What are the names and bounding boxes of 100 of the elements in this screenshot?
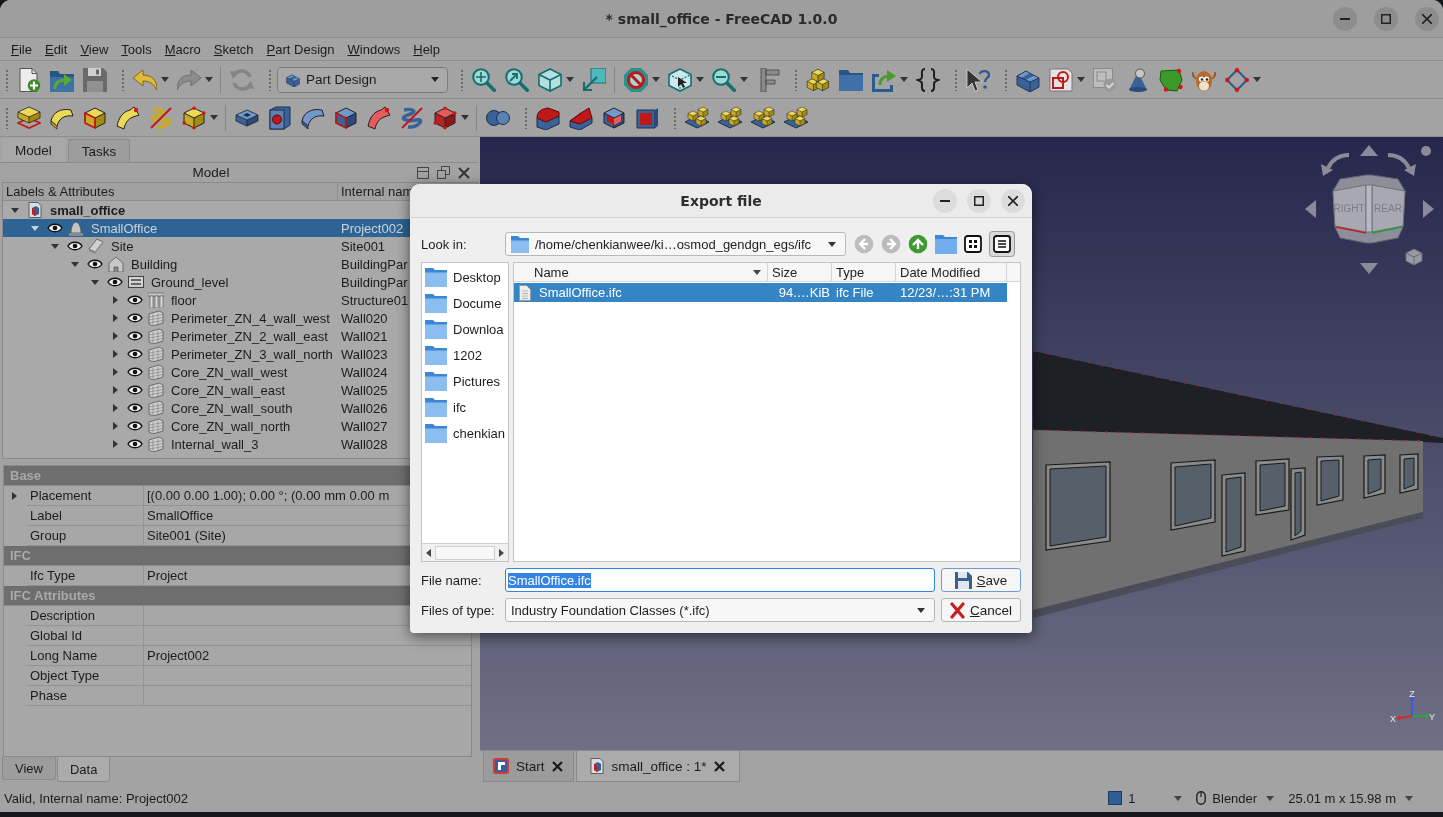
hollow-cube-icon[interactable] [601, 105, 626, 130]
sweep-icon[interactable] [366, 105, 391, 130]
toolbar-handle[interactable] [794, 68, 798, 91]
caret-down-icon[interactable] [740, 77, 748, 82]
slab-outline-icon[interactable] [16, 105, 41, 130]
place-item[interactable]: 1202 [453, 347, 482, 363]
column-header[interactable]: Date Modified [896, 263, 1007, 281]
magnifier-arrow-icon[interactable] [504, 67, 529, 92]
wedge-icon[interactable] [568, 105, 593, 130]
maximize-button[interactable] [1374, 6, 1398, 31]
helix-icon[interactable] [399, 105, 424, 130]
diamond-icon[interactable] [1224, 67, 1249, 92]
property-value[interactable]: Project002 [144, 646, 471, 666]
eye-icon[interactable] [127, 331, 143, 341]
sweep-icon[interactable] [115, 105, 140, 130]
menu-item[interactable]: File [11, 41, 32, 57]
page-check-icon[interactable] [1092, 67, 1117, 92]
prism-icon[interactable] [333, 105, 358, 130]
minimize-button[interactable] [933, 188, 957, 213]
menu-item[interactable]: Part Design [266, 41, 335, 57]
hole-icon[interactable] [267, 105, 292, 130]
scrollbar-thumb[interactable] [435, 545, 495, 560]
caret-down-icon[interactable] [696, 77, 704, 82]
place-item[interactable]: chenkian [453, 425, 506, 441]
eye-icon[interactable] [127, 349, 143, 359]
tree-item[interactable]: Building [131, 256, 178, 272]
toolbar-handle[interactable] [673, 106, 677, 129]
tree-item[interactable]: Perimeter_ZN_4_wall_west [171, 310, 330, 326]
maximize-icon[interactable] [1381, 13, 1391, 24]
caret-down-icon[interactable] [828, 241, 836, 247]
dot-icon[interactable] [1421, 146, 1431, 156]
close-button[interactable] [1415, 6, 1439, 31]
cube-icon[interactable] [1405, 248, 1423, 266]
column-header[interactable]: Type [832, 263, 896, 281]
caret-down-icon[interactable] [1253, 77, 1261, 82]
toolbar-handle[interactable] [954, 68, 958, 91]
close-icon[interactable] [458, 166, 470, 179]
arrow-down-icon[interactable] [1360, 263, 1378, 274]
no-entry-icon[interactable] [623, 67, 648, 92]
file-type-combo[interactable]: Industry Foundation Classes (*.ifc) [505, 598, 935, 622]
panel-icon[interactable] [417, 166, 429, 179]
caret-down-icon[interactable] [51, 243, 59, 249]
caret-right-icon[interactable] [113, 332, 118, 340]
eye-icon[interactable] [87, 259, 103, 269]
file-name-field[interactable]: SmallOffice.ifc [505, 568, 935, 592]
eye-icon[interactable] [127, 439, 143, 449]
scroll-right-icon[interactable] [499, 548, 504, 557]
eye-icon[interactable] [127, 421, 143, 431]
menu-item[interactable]: Help [413, 41, 440, 57]
toolbar-handle[interactable] [5, 106, 9, 129]
caret-down-icon[interactable] [1077, 77, 1085, 82]
column-header[interactable]: Labels & Attributes [3, 183, 338, 200]
status-dropdown[interactable]: 25.01 m x 15.98 m [1288, 790, 1413, 806]
maximize-button[interactable] [967, 188, 991, 213]
minimize-icon[interactable] [940, 199, 950, 202]
menu-item[interactable]: Sketch [213, 41, 254, 57]
caret-right-icon[interactable] [113, 422, 118, 430]
caret-down-icon[interactable] [210, 115, 218, 120]
eye-icon[interactable] [127, 367, 143, 377]
magnifier-minus-icon[interactable] [711, 67, 736, 92]
maximize-icon[interactable] [974, 195, 984, 206]
magnifier-icon[interactable] [471, 67, 496, 92]
status-dropdown[interactable]: 1 [1108, 790, 1183, 806]
share-arrow-icon[interactable] [871, 67, 896, 92]
place-item[interactable]: Pictures [453, 373, 500, 389]
toolbar-handle[interactable] [460, 68, 464, 91]
close-icon[interactable] [551, 760, 563, 772]
tree-item[interactable]: Ground_level [151, 274, 229, 290]
open-box-icon[interactable] [634, 105, 659, 130]
braces-icon[interactable] [915, 67, 940, 92]
toolbar-handle[interactable] [5, 68, 9, 91]
dialog-button[interactable]: Save [941, 568, 1021, 592]
caret-down-icon[interactable] [900, 77, 908, 82]
scroll-left-icon[interactable] [426, 548, 431, 557]
tree-item[interactable]: Internal_wall_3 [171, 436, 259, 452]
caret-down-icon[interactable] [161, 77, 169, 82]
menu-item[interactable]: Macro [164, 41, 201, 57]
caret-right-icon[interactable] [113, 296, 118, 304]
overlap-squares-icon[interactable] [437, 166, 450, 179]
rotate-left-icon[interactable] [1321, 152, 1351, 176]
tree-item[interactable]: SmallOffice [91, 220, 158, 236]
tree-item[interactable]: floor [171, 292, 197, 308]
menu-item[interactable]: View [80, 41, 109, 57]
place-item[interactable]: Desktop [453, 269, 501, 285]
tree-item[interactable]: Core_ZN_wall_south [171, 400, 293, 416]
arrow-left-icon[interactable] [1305, 200, 1316, 218]
eye-icon[interactable] [47, 223, 63, 233]
page-plus-icon[interactable] [16, 67, 41, 92]
menu-item[interactable]: Edit [44, 41, 68, 57]
tab[interactable]: Tasks [67, 139, 131, 162]
wire-cube-icon[interactable] [537, 67, 562, 92]
tree-item[interactable]: Perimeter_ZN_2_wall_east [171, 328, 328, 344]
column-header[interactable]: Name [514, 263, 768, 281]
minimize-button[interactable] [1333, 6, 1357, 31]
block-cubes-icon[interactable] [684, 105, 709, 130]
close-icon[interactable] [1422, 13, 1432, 24]
column-header[interactable]: Size [768, 263, 832, 281]
status-dropdown[interactable]: Blender [1196, 790, 1275, 806]
arrow-square-icon[interactable] [581, 67, 606, 92]
caret-right-icon[interactable] [113, 440, 118, 448]
